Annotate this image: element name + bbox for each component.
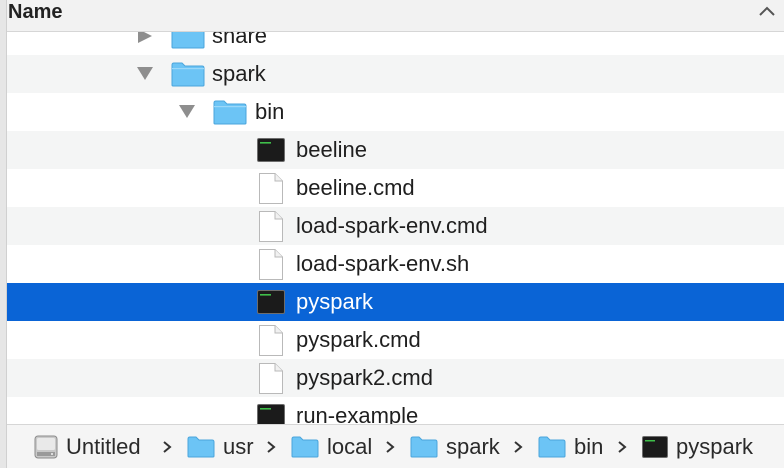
breadcrumb-local[interactable]: local xyxy=(291,425,372,468)
terminal-icon xyxy=(257,290,285,314)
folder-icon xyxy=(171,62,205,87)
folder-icon xyxy=(187,436,215,458)
breadcrumb-usr[interactable]: usr xyxy=(187,425,254,468)
window-left-edge xyxy=(0,0,7,468)
breadcrumb-label: spark xyxy=(446,434,500,459)
chevron-right-icon xyxy=(617,425,627,468)
chevron-right-icon xyxy=(162,425,172,468)
list-item[interactable]: load-spark-env.cmd xyxy=(7,207,784,245)
name-column-label[interactable]: Name xyxy=(8,0,62,24)
breadcrumb-label: Untitled xyxy=(66,434,141,459)
folder-icon xyxy=(291,436,319,458)
list-item[interactable]: run-example xyxy=(7,397,784,424)
chevron-right-icon xyxy=(513,425,523,468)
document-icon xyxy=(259,249,283,280)
breadcrumb-label: usr xyxy=(223,434,254,459)
hard-drive-icon xyxy=(34,435,58,459)
disclosure-expanded-icon[interactable] xyxy=(177,93,197,131)
chevron-right-icon xyxy=(385,425,395,468)
list-item[interactable]: pyspark.cmd xyxy=(7,321,784,359)
list-item[interactable]: beeline xyxy=(7,131,784,169)
document-icon xyxy=(259,325,283,356)
folder-icon xyxy=(538,436,566,458)
chevron-up-icon[interactable] xyxy=(756,0,778,24)
chevron-right-icon xyxy=(266,425,276,468)
list-item[interactable]: spark xyxy=(7,55,784,93)
breadcrumb-spark[interactable]: spark xyxy=(410,425,500,468)
breadcrumb-label: local xyxy=(327,434,373,459)
breadcrumb-pyspark[interactable]: pyspark xyxy=(642,425,753,468)
terminal-icon xyxy=(257,404,285,424)
folder-icon xyxy=(410,436,438,458)
item-name: load-spark-env.cmd xyxy=(296,213,488,238)
list-item[interactable]: beeline.cmd xyxy=(7,169,784,207)
breadcrumb-label: bin xyxy=(574,434,604,459)
folder-icon xyxy=(213,100,247,125)
disclosure-expanded-icon[interactable] xyxy=(135,55,155,93)
list-item-selected[interactable]: pyspark xyxy=(7,283,784,321)
document-icon xyxy=(259,363,283,394)
list-item[interactable]: load-spark-env.sh xyxy=(7,245,784,283)
item-name: pyspark xyxy=(296,289,374,314)
item-name: bin xyxy=(255,99,285,124)
breadcrumb-untitled[interactable]: Untitled xyxy=(34,425,141,468)
list-item[interactable]: bin xyxy=(7,93,784,131)
path-bar: Untitled usr local spark bin pyspark xyxy=(0,424,784,468)
breadcrumb-bin[interactable]: bin xyxy=(538,425,603,468)
file-list[interactable]: share spark bin beeline beeline.cmd load… xyxy=(7,17,784,424)
item-name: load-spark-env.sh xyxy=(296,251,470,276)
item-name: beeline xyxy=(296,137,367,162)
item-name: run-example xyxy=(296,403,419,424)
list-item[interactable]: pyspark2.cmd xyxy=(7,359,784,397)
breadcrumb-label: pyspark xyxy=(676,434,754,459)
terminal-icon xyxy=(642,436,668,458)
document-icon xyxy=(259,173,283,204)
document-icon xyxy=(259,211,283,242)
item-name: pyspark.cmd xyxy=(296,327,421,352)
item-name: beeline.cmd xyxy=(296,175,415,200)
item-name: pyspark2.cmd xyxy=(296,365,433,390)
terminal-icon xyxy=(257,138,285,162)
column-header[interactable]: Name xyxy=(0,0,784,32)
item-name: spark xyxy=(212,61,266,86)
